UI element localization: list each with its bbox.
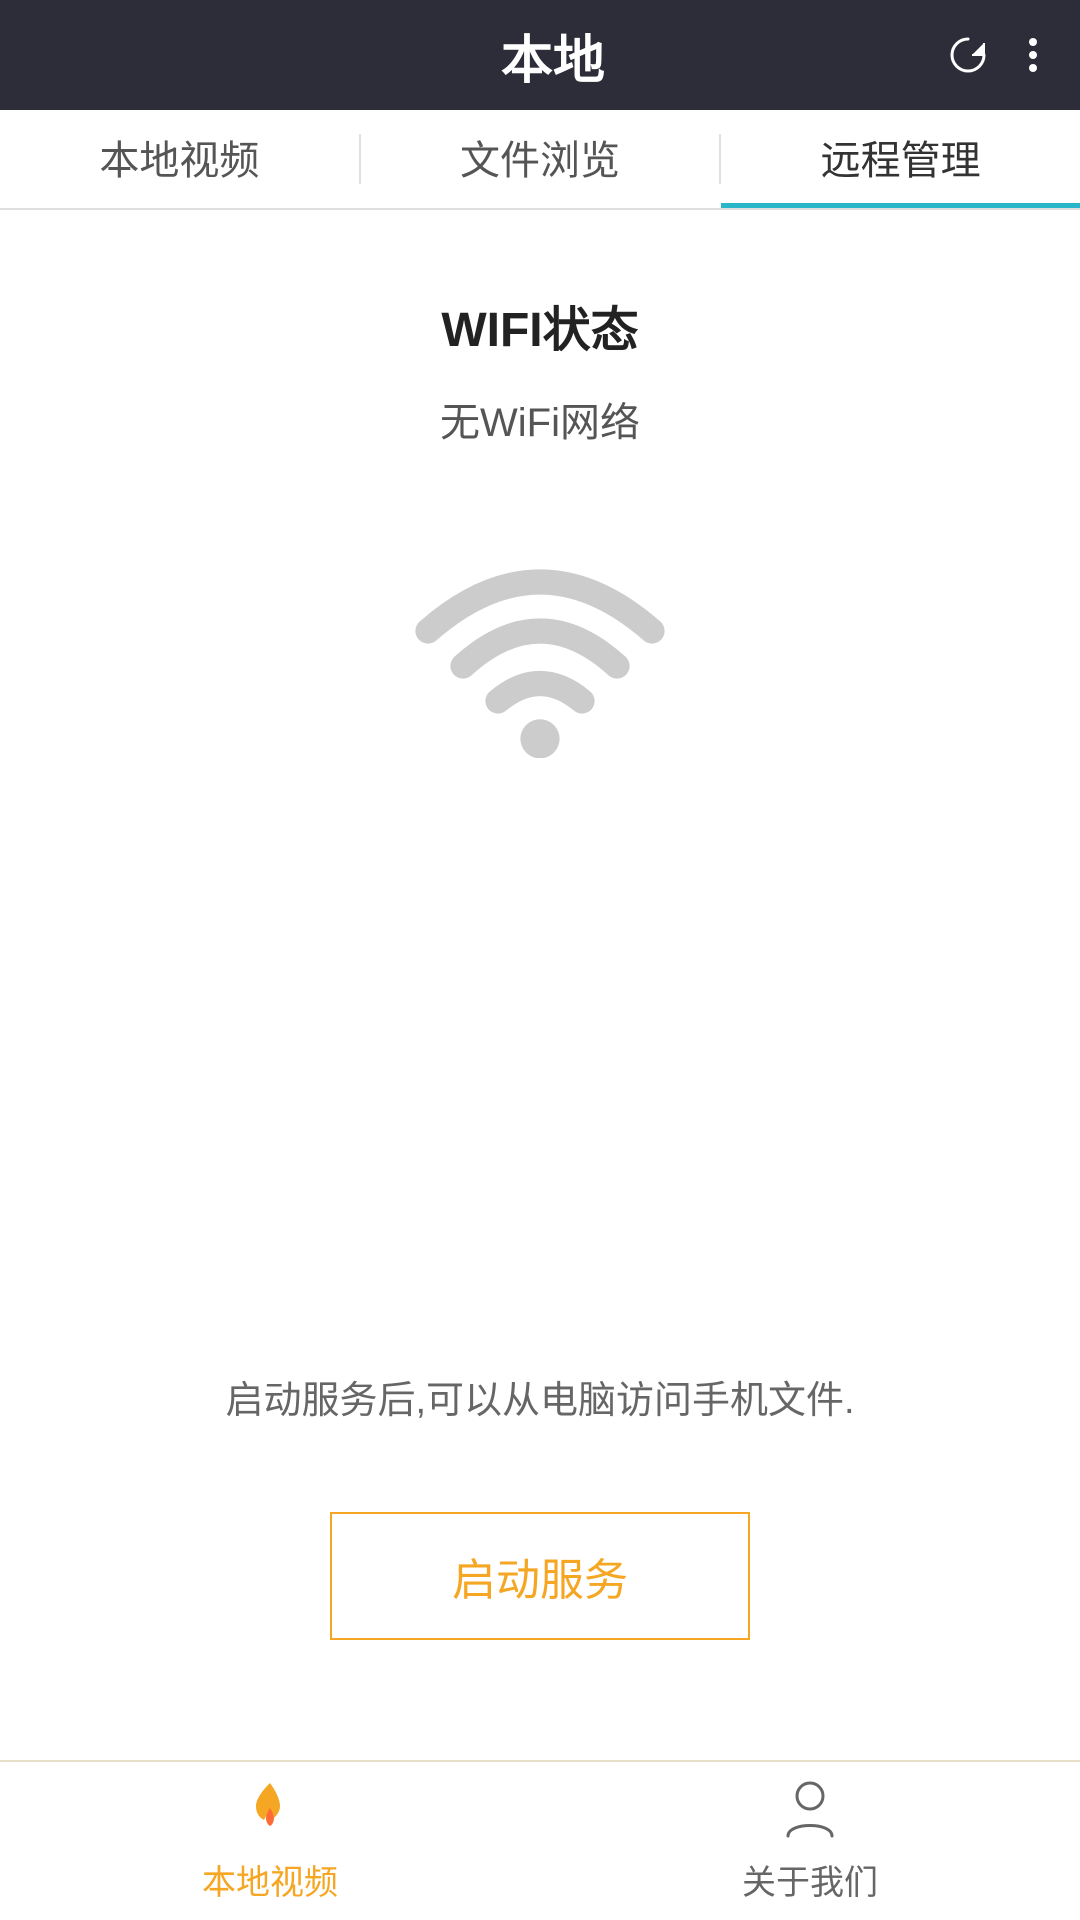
more-options-button[interactable] xyxy=(1026,33,1040,77)
tab-bar: 本地视频 文件浏览 远程管理 xyxy=(0,110,1080,210)
start-service-button[interactable]: 启动服务 xyxy=(330,1512,750,1640)
bottom-nav-about-us-label: 关于我们 xyxy=(742,1855,878,1904)
bottom-nav: 本地视频 关于我们 xyxy=(0,1760,1080,1920)
tab-local-video[interactable]: 本地视频 xyxy=(0,110,359,208)
top-bar-actions xyxy=(946,33,1040,77)
bottom-nav-about-us[interactable]: 关于我们 xyxy=(540,1762,1080,1920)
main-content: WIFI状态 无WiFi网络 启动服务后,可以从电脑访问手机文件. 启动服务 xyxy=(0,210,1080,1760)
refresh-button[interactable] xyxy=(946,33,990,77)
page-title: 本地 xyxy=(160,18,946,93)
service-info-text: 启动服务后,可以从电脑访问手机文件. xyxy=(225,1371,854,1432)
tab-remote-manage[interactable]: 远程管理 xyxy=(721,110,1080,208)
tab-file-browser[interactable]: 文件浏览 xyxy=(361,110,720,208)
wifi-status-title: WIFI状态 xyxy=(441,290,638,360)
top-bar: 本地 xyxy=(0,0,1080,110)
wifi-icon xyxy=(400,518,680,763)
bottom-nav-local-video-label: 本地视频 xyxy=(202,1855,338,1904)
bottom-nav-local-video[interactable]: 本地视频 xyxy=(0,1762,540,1920)
wifi-no-network-text: 无WiFi网络 xyxy=(440,390,640,448)
